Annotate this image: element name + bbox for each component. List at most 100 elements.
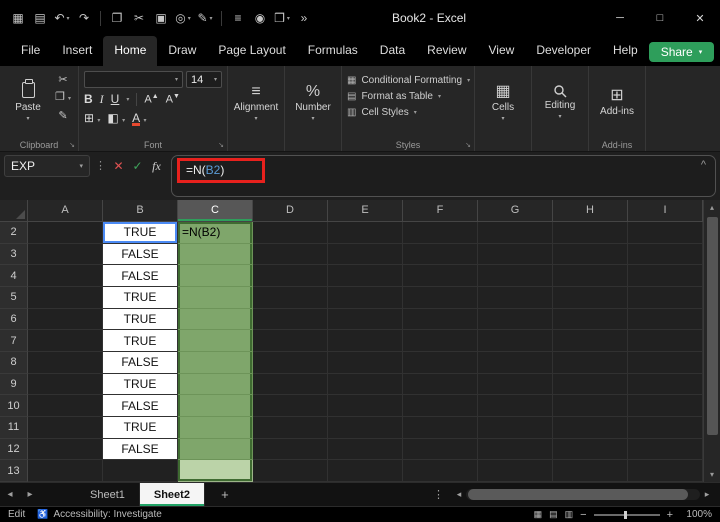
vertical-scrollbar[interactable]: ▴ ▾ <box>703 200 720 482</box>
cell-G13[interactable] <box>478 460 553 482</box>
cell-E4[interactable] <box>328 265 403 288</box>
fill-color-button[interactable]: ◧ ▾ <box>107 111 125 125</box>
cell-E13[interactable] <box>328 460 403 482</box>
cell-E3[interactable] <box>328 243 403 266</box>
cell-C13[interactable] <box>178 460 253 482</box>
cell-E7[interactable] <box>328 330 403 353</box>
cell-B2[interactable]: TRUE <box>103 222 178 244</box>
cell-I6[interactable] <box>628 308 703 331</box>
cell-G4[interactable] <box>478 265 553 288</box>
cell-F6[interactable] <box>403 308 478 331</box>
row-header-10[interactable]: 10 <box>0 395 28 418</box>
cell-G9[interactable] <box>478 373 553 396</box>
cell-F4[interactable] <box>403 265 478 288</box>
insert-function-button[interactable]: fx <box>147 155 166 177</box>
zoom-slider-thumb[interactable] <box>623 510 627 519</box>
ribbon-tab-review[interactable]: Review <box>416 36 477 66</box>
col-header-C[interactable]: C <box>178 200 253 222</box>
picture-icon[interactable]: ▣ <box>151 11 171 25</box>
cell-E5[interactable] <box>328 287 403 309</box>
horizontal-scrollbar[interactable]: ◂ ▸ <box>452 489 714 500</box>
sheet-tab-sheet2[interactable]: Sheet2 <box>139 483 205 506</box>
scroll-up-icon[interactable]: ▴ <box>704 200 720 215</box>
cell-I9[interactable] <box>628 373 703 396</box>
cell-E9[interactable] <box>328 373 403 396</box>
cell-D12[interactable] <box>253 438 328 461</box>
select-all-corner[interactable] <box>0 200 28 222</box>
cell-H12[interactable] <box>553 438 628 461</box>
ribbon-tab-developer[interactable]: Developer <box>525 36 602 66</box>
name-box[interactable]: EXP ▾ <box>4 155 90 177</box>
cell-A7[interactable] <box>28 330 103 353</box>
cell-I11[interactable] <box>628 417 703 439</box>
cell-F11[interactable] <box>403 417 478 439</box>
ribbon-tab-view[interactable]: View <box>478 36 526 66</box>
cell-G10[interactable] <box>478 395 553 418</box>
cell-A6[interactable] <box>28 308 103 331</box>
cell-A9[interactable] <box>28 373 103 396</box>
cell-I8[interactable] <box>628 352 703 374</box>
enter-button[interactable]: ✓ <box>128 155 147 177</box>
cell-D13[interactable] <box>253 460 328 482</box>
cell-D8[interactable] <box>253 352 328 374</box>
cell-H9[interactable] <box>553 373 628 396</box>
cell-H6[interactable] <box>553 308 628 331</box>
cell-H8[interactable] <box>553 352 628 374</box>
cell-C9[interactable] <box>178 373 253 396</box>
cell-D5[interactable] <box>253 287 328 309</box>
cell-G7[interactable] <box>478 330 553 353</box>
cell-H7[interactable] <box>553 330 628 353</box>
cell-B11[interactable]: TRUE <box>103 417 178 439</box>
cell-C6[interactable] <box>178 308 253 331</box>
cell-B4[interactable]: FALSE <box>103 265 178 288</box>
horizontal-scroll-thumb[interactable] <box>468 489 688 500</box>
cell-B12[interactable]: FALSE <box>103 438 178 461</box>
cell-I12[interactable] <box>628 438 703 461</box>
cell-E2[interactable] <box>328 222 403 244</box>
row-header-13[interactable]: 13 <box>0 460 28 482</box>
zoom-level[interactable]: 100% <box>680 509 712 520</box>
addins-button[interactable]: ⊞ Add-ins <box>594 71 640 137</box>
cell-A5[interactable] <box>28 287 103 309</box>
printer-icon[interactable]: ❒ ▾ <box>272 11 292 25</box>
cell-A10[interactable] <box>28 395 103 418</box>
borders-button[interactable]: ⊞ ▾ <box>84 111 100 125</box>
notifications-icon[interactable]: ◎ ▾ <box>173 11 193 25</box>
cell-D9[interactable] <box>253 373 328 396</box>
row-header-9[interactable]: 9 <box>0 373 28 396</box>
cell-E8[interactable] <box>328 352 403 374</box>
cell-A2[interactable] <box>28 222 103 244</box>
font-name-combo[interactable]: ▾ <box>84 71 183 88</box>
document-icon[interactable]: ≡ <box>228 11 248 25</box>
cell-F10[interactable] <box>403 395 478 418</box>
copy-button[interactable]: ❐ ▾ <box>53 91 73 106</box>
cell-H3[interactable] <box>553 243 628 266</box>
styles-item-2[interactable]: ▤ Format as Table ▾ <box>347 91 469 102</box>
scroll-left-icon[interactable]: ◂ <box>452 489 466 500</box>
formula-input[interactable]: =N(B2) ^ <box>171 155 716 197</box>
underline-button[interactable]: U <box>111 92 120 106</box>
number-button[interactable]: % Number ▾ <box>290 71 336 137</box>
cell-C12[interactable] <box>178 438 253 461</box>
cells-button[interactable]: ▦ Cells ▾ <box>480 71 526 137</box>
previous-sheet-icon[interactable]: ◂ <box>0 489 20 500</box>
cell-B6[interactable]: TRUE <box>103 308 178 331</box>
scroll-right-icon[interactable]: ▸ <box>700 489 714 500</box>
cell-F7[interactable] <box>403 330 478 353</box>
cell-F12[interactable] <box>403 438 478 461</box>
cell-D10[interactable] <box>253 395 328 418</box>
cancel-button[interactable]: ✕ <box>109 155 128 177</box>
row-header-3[interactable]: 3 <box>0 243 28 266</box>
row-header-6[interactable]: 6 <box>0 308 28 331</box>
cell-C2[interactable]: =N(B2) <box>178 222 253 244</box>
cell-C7[interactable] <box>178 330 253 353</box>
cell-H5[interactable] <box>553 287 628 309</box>
cell-C3[interactable] <box>178 243 253 266</box>
zoom-out-button[interactable]: − <box>580 509 586 521</box>
cell-G2[interactable] <box>478 222 553 244</box>
cell-B8[interactable]: FALSE <box>103 352 178 374</box>
col-header-E[interactable]: E <box>328 200 403 222</box>
cell-D6[interactable] <box>253 308 328 331</box>
add-sheet-button[interactable]: + <box>205 487 245 502</box>
ribbon-tab-page-layout[interactable]: Page Layout <box>207 36 296 66</box>
